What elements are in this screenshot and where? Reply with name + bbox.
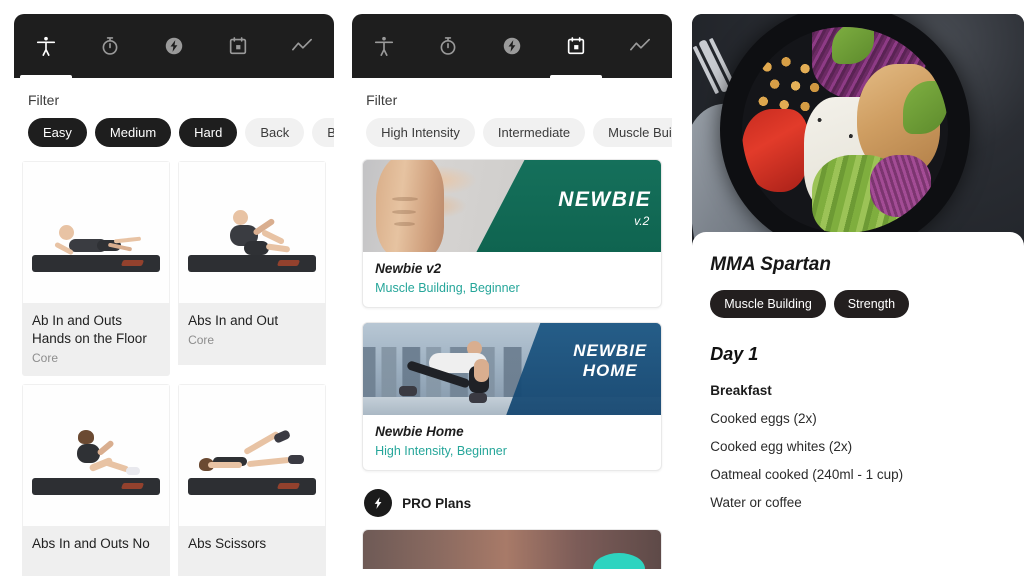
exercise-caption: Abs Scissors <box>178 525 327 576</box>
exercise-caption: Abs In and Out Core <box>178 303 327 365</box>
filter-label: Filter <box>28 92 60 108</box>
trend-line-icon <box>630 38 651 51</box>
tab-progress[interactable] <box>608 14 672 78</box>
calendar-icon <box>568 37 585 55</box>
pro-plans-header: PRO Plans <box>352 485 672 529</box>
panel-exercise-list: Filter Easy Medium Hard Back Balance <box>14 14 335 576</box>
plan-meta: Newbie v2 Muscle Building, Beginner <box>363 252 661 307</box>
exercise-tag: Core <box>188 332 215 347</box>
tab-bar-exercises <box>14 14 335 78</box>
trend-line-icon <box>292 38 313 51</box>
list-item: Water or coffee <box>710 495 802 510</box>
tab-plans[interactable] <box>206 14 270 78</box>
exercise-name: Abs Scissors <box>188 535 267 551</box>
plan-card-list: NEWBIE v.2 Newbie v2 Muscle Building, Be… <box>352 147 672 471</box>
tab-body[interactable] <box>352 14 416 78</box>
plan-subtitle: High Intensity, Beginner <box>375 444 507 458</box>
tab-plans[interactable] <box>544 14 608 78</box>
list-item: Cooked eggs (2x) <box>710 411 817 426</box>
day-title: Day 1 <box>710 344 759 364</box>
exercise-card[interactable]: Abs Scissors <box>178 383 327 576</box>
tab-body[interactable] <box>14 14 78 78</box>
app-screenshot: Filter Easy Medium Hard Back Balance <box>0 0 1024 576</box>
plan-hero-wordmark-line1: NEWBIE <box>573 341 648 360</box>
body-figure-icon <box>36 36 56 56</box>
filter-chip-muscle-building[interactable]: Muscle Building <box>593 118 673 147</box>
tab-pro[interactable] <box>480 14 544 78</box>
filter-chip-row-plans[interactable]: High Intensity Intermediate Muscle Build… <box>352 118 673 147</box>
exercise-name: Ab In and Outs Hands on the Floor <box>32 313 147 346</box>
panel-plan-list: Filter High Intensity Intermediate Muscl… <box>352 14 673 576</box>
stopwatch-icon <box>440 37 456 55</box>
pro-plan-card-partial[interactable] <box>362 529 663 569</box>
tab-bar-plans <box>352 14 673 78</box>
plan-hero-image: NEWBIE v.2 <box>363 160 662 252</box>
bolt-circle-icon <box>165 37 183 55</box>
stopwatch-icon <box>102 37 118 55</box>
tab-timer[interactable] <box>416 14 480 78</box>
calendar-icon <box>229 37 247 55</box>
filter-chip-balance[interactable]: Balance <box>312 118 335 147</box>
filter-chip-row-exercises[interactable]: Easy Medium Hard Back Balance <box>14 118 335 147</box>
plan-subtitle: Muscle Building, Beginner <box>375 281 520 295</box>
panel-plan-detail: MMA Spartan Muscle Building Strength Day… <box>692 14 1024 576</box>
plan-hero-version: v.2 <box>634 214 650 228</box>
exercise-illustration <box>22 383 171 526</box>
exercise-card[interactable]: Abs In and Outs No <box>22 383 171 576</box>
list-item: Oatmeal cooked (240ml - 1 cup) <box>710 467 904 482</box>
plan-hero-wordmark: NEWBIE <box>558 188 652 211</box>
pro-plans-label: PRO Plans <box>402 495 472 511</box>
exercise-card[interactable]: Abs In and Out Core <box>178 161 327 376</box>
filter-chip-medium[interactable]: Medium <box>94 118 172 147</box>
exercise-grid: Ab In and Outs Hands on the Floor Core A… <box>14 161 334 576</box>
exercise-caption: Abs In and Outs No <box>22 525 171 576</box>
exercise-name: Abs In and Out <box>188 313 279 328</box>
plan-detail-sheet: MMA Spartan Muscle Building Strength Day… <box>692 232 1024 576</box>
status-badge[interactable]: Muscle Building <box>710 290 826 318</box>
tab-pro[interactable] <box>142 14 206 78</box>
plan-detail-hero-image <box>692 14 1024 246</box>
filter-chip-high-intensity[interactable]: High Intensity <box>366 118 475 147</box>
plan-hero-wordmark: NEWBIE HOME <box>573 341 647 380</box>
bolt-circle-icon <box>503 37 521 55</box>
status-badge[interactable]: Strength <box>833 290 910 318</box>
plan-tag-row: Muscle Building Strength <box>710 290 1006 318</box>
plan-card[interactable]: NEWBIE HOME Newbie Home High Intensity, … <box>362 322 663 471</box>
food-bowl <box>719 14 970 246</box>
filter-label: Filter <box>366 92 398 108</box>
bolt-circle-icon <box>364 489 393 517</box>
exercise-tag: Core <box>32 350 59 365</box>
plan-title: Newbie Home <box>375 424 464 439</box>
tab-timer[interactable] <box>78 14 142 78</box>
filter-chip-hard[interactable]: Hard <box>179 118 238 147</box>
plan-hero-wordmark-line2: HOME <box>582 360 638 380</box>
plan-meta: Newbie Home High Intensity, Beginner <box>363 415 661 470</box>
exercise-caption: Ab In and Outs Hands on the Floor Core <box>22 303 171 376</box>
filter-chip-easy[interactable]: Easy <box>28 118 87 147</box>
filter-chip-back[interactable]: Back <box>245 118 305 147</box>
plan-hero-image: NEWBIE HOME <box>363 323 662 415</box>
meal-heading: Breakfast <box>710 383 772 398</box>
filter-section-plans: Filter High Intensity Intermediate Muscl… <box>352 78 673 147</box>
tab-progress[interactable] <box>270 14 334 78</box>
filter-section-exercises: Filter Easy Medium Hard Back Balance <box>14 78 335 147</box>
body-figure-icon <box>375 36 394 56</box>
plan-title: Newbie v2 <box>375 261 442 276</box>
exercise-illustration <box>22 161 171 303</box>
exercise-illustration <box>178 161 327 303</box>
plan-card[interactable]: NEWBIE v.2 Newbie v2 Muscle Building, Be… <box>362 159 663 308</box>
page-title: MMA Spartan <box>710 254 831 275</box>
list-item: Cooked egg whites (2x) <box>710 439 853 454</box>
filter-chip-intermediate[interactable]: Intermediate <box>482 118 586 147</box>
exercise-illustration <box>178 383 327 526</box>
exercise-card[interactable]: Ab In and Outs Hands on the Floor Core <box>22 161 171 376</box>
exercise-name: Abs In and Outs No <box>32 535 150 551</box>
